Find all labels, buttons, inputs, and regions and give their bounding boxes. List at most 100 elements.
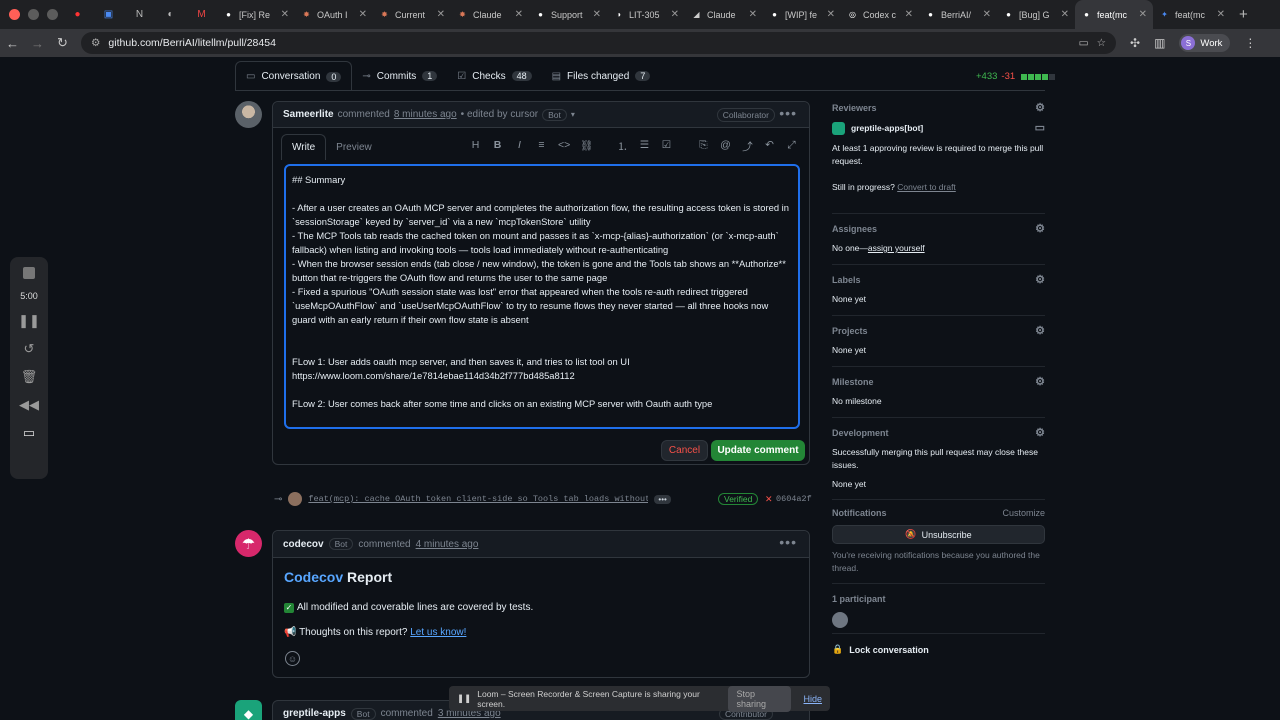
close-tab-icon[interactable]: ✕ [593, 9, 601, 20]
close-tab-icon[interactable]: ✕ [281, 9, 289, 20]
gear-icon[interactable]: ⚙ [1035, 101, 1045, 114]
stop-recording-icon[interactable] [23, 267, 35, 279]
close-tab-icon[interactable]: ✕ [515, 9, 523, 20]
browser-tab[interactable]: ● feat(mc ✕ [1075, 0, 1153, 29]
extensions-icon[interactable]: ✣ [1130, 36, 1140, 50]
gear-icon[interactable]: ⚙ [1035, 273, 1045, 286]
cast-icon[interactable]: ▭ [1079, 37, 1089, 49]
rewind-icon[interactable]: ◀◀ [19, 397, 39, 413]
close-tab-icon[interactable]: ✕ [905, 9, 913, 20]
close-tab-icon[interactable]: ✕ [983, 9, 991, 20]
commit-sha[interactable]: 0604a2f [776, 494, 812, 504]
mention-icon[interactable]: @ [720, 139, 731, 154]
verified-badge[interactable]: Verified [718, 493, 759, 505]
bold-icon[interactable]: B [492, 139, 503, 154]
comment-time[interactable]: 4 minutes ago [416, 539, 479, 550]
pinned-tab-youtube-icon[interactable]: ● [62, 0, 93, 29]
browser-tab[interactable]: ✸ Current ✕ [373, 0, 451, 29]
side-panel-icon[interactable]: ▥ [1154, 36, 1165, 50]
restart-icon[interactable]: ↺ [24, 341, 35, 357]
gear-icon[interactable]: ⚙ [1035, 324, 1045, 337]
stop-sharing-button[interactable]: Stop sharing [728, 685, 792, 712]
new-tab-icon[interactable]: + [1231, 6, 1256, 23]
edited-by[interactable]: • edited by cursor [461, 109, 538, 120]
tab-preview[interactable]: Preview [326, 134, 382, 160]
chevron-down-icon[interactable]: ▾ [571, 110, 575, 119]
gear-icon[interactable]: ⚙ [1035, 222, 1045, 235]
fullscreen-icon[interactable]: ⤢ [786, 139, 797, 154]
minimize-window-button[interactable] [28, 9, 39, 20]
update-comment-button[interactable]: Update comment [711, 440, 805, 461]
participant-avatar[interactable] [832, 612, 848, 628]
add-reaction-icon[interactable]: ☺ [285, 651, 300, 666]
close-tab-icon[interactable]: ✕ [1061, 9, 1069, 20]
delete-icon[interactable]: 🗑 [21, 369, 38, 385]
comment-time[interactable]: 8 minutes ago [394, 109, 457, 120]
gear-icon[interactable]: ⚙ [1035, 375, 1045, 388]
reference-icon[interactable]: ⤴ [742, 139, 753, 154]
browser-tab[interactable]: ● [Bug] G ✕ [997, 0, 1075, 29]
browser-tab[interactable]: ● Support ✕ [529, 0, 607, 29]
comment-body-textarea[interactable]: ## Summary - After a user creates an OAu… [284, 164, 800, 429]
maximize-window-button[interactable] [47, 9, 58, 20]
close-tab-icon[interactable]: ✕ [749, 9, 757, 20]
close-window-button[interactable] [9, 9, 20, 20]
tab-files-changed[interactable]: ▤ Files changed 7 [542, 61, 661, 91]
italic-icon[interactable]: I [514, 139, 525, 154]
browser-tab[interactable]: ◢ Claude ✕ [685, 0, 763, 29]
close-tab-icon[interactable]: ✕ [1217, 9, 1225, 20]
quote-icon[interactable]: ≡ [536, 139, 547, 154]
customize-link[interactable]: Customize [1002, 508, 1045, 518]
browser-menu-icon[interactable]: ⋮ [1244, 36, 1256, 50]
commit-author-avatar[interactable] [288, 492, 303, 506]
unsubscribe-button[interactable]: 🔕 Unsubscribe [832, 525, 1045, 544]
expand-commit-button[interactable]: ••• [654, 494, 671, 504]
comment-icon[interactable]: ▭ [1035, 122, 1045, 135]
commit-message[interactable]: feat(mcp): cache OAuth token client-side… [308, 494, 648, 504]
comment-author[interactable]: codecov [283, 539, 324, 550]
profile-button[interactable]: S Work [1179, 34, 1231, 52]
reviewer-row[interactable]: greptile-apps[bot] ▭ [832, 122, 1045, 135]
numbered-list-icon[interactable]: ⒈ [617, 139, 628, 154]
pinned-tab-calendar-icon[interactable]: ▣ [93, 0, 124, 29]
browser-tab[interactable]: ● [WIP] fe ✕ [763, 0, 841, 29]
pinned-tab-chatgpt-icon[interactable]: ◐ [155, 0, 186, 29]
bookmark-star-icon[interactable]: ☆ [1097, 37, 1106, 49]
pause-icon[interactable]: ❚❚ [18, 313, 40, 329]
comment-author[interactable]: greptile-apps [283, 708, 346, 719]
gear-icon[interactable]: ⚙ [1035, 426, 1045, 439]
link-icon[interactable]: ⛓ [580, 139, 593, 154]
browser-tab[interactable]: ● BerriAI/ ✕ [919, 0, 997, 29]
hide-button[interactable]: Hide [803, 694, 822, 704]
heading-icon[interactable]: H [470, 139, 481, 154]
bulleted-list-icon[interactable]: ☰ [639, 139, 650, 154]
close-tab-icon[interactable]: ✕ [437, 9, 445, 20]
assign-yourself-link[interactable]: assign yourself [868, 243, 925, 253]
lock-conversation-button[interactable]: 🔒 Lock conversation [832, 634, 1045, 655]
greptile-avatar[interactable]: ◆ [235, 700, 262, 720]
browser-tab[interactable]: ◎ Codex c ✕ [841, 0, 919, 29]
address-bar[interactable]: ⚙ github.com/BerriAI/litellm/pull/28454 … [81, 32, 1116, 54]
convert-to-draft-link[interactable]: Convert to draft [897, 182, 956, 192]
feedback-link[interactable]: Let us know! [410, 627, 466, 638]
browser-tab[interactable]: ◑ LIT-305 ✕ [607, 0, 685, 29]
comment-author[interactable]: Sameerlite [283, 109, 334, 120]
codecov-avatar[interactable]: ☂ [235, 530, 262, 557]
pinned-tab-gmail-icon[interactable]: M [186, 0, 217, 29]
browser-tab[interactable]: ✦ feat(mc ✕ [1153, 0, 1231, 29]
code-icon[interactable]: <> [558, 139, 570, 154]
checks-failed-icon[interactable]: ✕ [765, 494, 773, 505]
reload-icon[interactable]: ↻ [50, 35, 75, 51]
close-tab-icon[interactable]: ✕ [671, 9, 679, 20]
task-list-icon[interactable]: ☑ [661, 139, 672, 154]
back-icon[interactable]: ← [0, 36, 25, 51]
tab-checks[interactable]: ☑ Checks 48 [447, 61, 541, 91]
codecov-link[interactable]: Codecov [284, 569, 343, 585]
browser-tab[interactable]: ✸ OAuth I ✕ [295, 0, 373, 29]
tab-commits[interactable]: ⊸ Commits 1 [352, 61, 447, 91]
close-tab-icon[interactable]: ✕ [359, 9, 367, 20]
close-tab-icon[interactable]: ✕ [1139, 9, 1147, 20]
tab-conversation[interactable]: ▭ Conversation 0 [235, 61, 353, 91]
camera-icon[interactable]: ▭ [23, 425, 35, 441]
close-tab-icon[interactable]: ✕ [827, 9, 835, 20]
